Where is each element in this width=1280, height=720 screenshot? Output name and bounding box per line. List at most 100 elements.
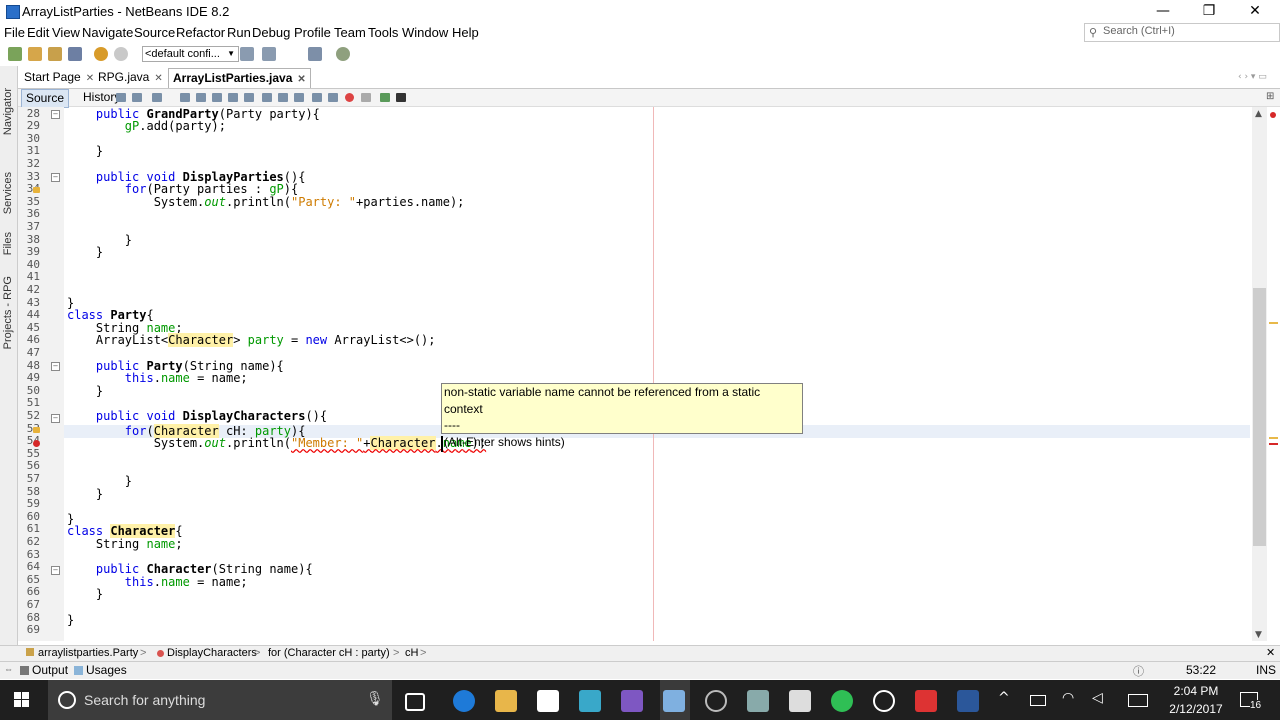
menu-source[interactable]: Source	[134, 25, 175, 40]
find-icon[interactable]	[180, 93, 190, 102]
navigator-tab[interactable]: Navigator	[2, 88, 14, 135]
tab-scroll-icon[interactable]: ‹ › ▾ ▭	[1238, 72, 1267, 82]
tab-start-page[interactable]: Start Page ✕	[20, 68, 98, 87]
code-line-66[interactable]: }	[67, 588, 103, 601]
configuration-select[interactable]: <default confi... ▼	[142, 46, 239, 62]
fold-toggle-icon[interactable]: −	[51, 566, 60, 575]
build-icon[interactable]	[240, 47, 254, 61]
task-view-icon[interactable]	[405, 693, 425, 711]
whatsapp-icon[interactable]	[831, 690, 853, 712]
shift-right-icon[interactable]	[328, 93, 338, 102]
find-next-icon[interactable]	[212, 93, 222, 102]
app-icon[interactable]	[705, 690, 727, 712]
chevron-up-icon[interactable]: ^	[998, 690, 1010, 706]
file-explorer-icon[interactable]	[495, 690, 517, 712]
clock-time[interactable]: 2:04 PM	[1168, 684, 1224, 698]
notification-icon[interactable]: ⓘ	[1133, 663, 1144, 679]
code-line-52[interactable]: public void DisplayCharacters(){	[67, 410, 327, 423]
error-stripe-mark[interactable]	[1269, 443, 1278, 445]
word-icon[interactable]	[957, 690, 979, 712]
keyboard-icon[interactable]	[1128, 694, 1148, 707]
menu-refactor[interactable]: Refactor	[176, 25, 225, 40]
code-line-54[interactable]: System.out.println("Member: "+Character.…	[67, 436, 486, 451]
menu-edit[interactable]: Edit	[27, 25, 49, 40]
services-tab[interactable]: Services	[2, 172, 14, 214]
new-file-icon[interactable]	[8, 47, 22, 61]
app-icon[interactable]	[873, 690, 895, 712]
save-all-icon[interactable]	[68, 47, 82, 61]
code-line-46[interactable]: ArrayList<Character> party = new ArrayLi…	[67, 333, 436, 348]
menu-file[interactable]: File	[4, 25, 25, 40]
toggle-highlight-icon[interactable]	[228, 93, 238, 102]
new-project-icon[interactable]	[28, 47, 42, 61]
close-icon[interactable]: ✕	[297, 74, 305, 85]
close-icon[interactable]: ✕	[154, 73, 162, 84]
previous-bookmark-icon[interactable]	[262, 93, 272, 102]
netbeans-taskbar-icon[interactable]	[663, 690, 685, 712]
output-toggle-icon[interactable]: ⇔	[4, 664, 13, 674]
shift-left-icon[interactable]	[312, 93, 322, 102]
minimize-button[interactable]: —	[1140, 0, 1186, 24]
close-button[interactable]: ✕	[1232, 0, 1278, 24]
code-line-35[interactable]: System.out.println("Party: "+parties.nam…	[67, 195, 465, 209]
battery-icon[interactable]	[1030, 695, 1046, 706]
files-tab[interactable]: Files	[2, 232, 14, 255]
projects-tab[interactable]: Projects - RPG	[2, 276, 14, 349]
start-macro-icon[interactable]	[345, 93, 354, 102]
menu-view[interactable]: View	[52, 25, 80, 40]
expand-editor-icon[interactable]: ⊞	[1266, 91, 1274, 102]
code-line-29[interactable]: gP.add(party);	[67, 120, 226, 133]
code-line-50[interactable]: }	[67, 384, 103, 398]
undo-icon[interactable]	[94, 47, 108, 61]
microphone-icon[interactable]: 🎙	[366, 691, 384, 707]
clock-date[interactable]: 2/12/2017	[1164, 702, 1228, 716]
usages-tab[interactable]: Usages	[86, 663, 127, 677]
warning-stripe-mark[interactable]	[1269, 322, 1278, 324]
code-line-39[interactable]: }	[67, 246, 103, 259]
source-tab[interactable]: Source	[21, 89, 70, 108]
app-icon[interactable]	[915, 690, 937, 712]
menu-team[interactable]: Team	[334, 25, 366, 40]
app-icon[interactable]	[747, 690, 769, 712]
stop-macro-icon[interactable]	[361, 93, 371, 102]
fold-toggle-icon[interactable]: −	[51, 173, 60, 182]
menu-profile[interactable]: Profile	[294, 25, 331, 40]
menu-tools[interactable]: Tools	[368, 25, 398, 40]
profile-icon[interactable]	[336, 47, 350, 61]
toggle-rect-select-icon[interactable]	[244, 93, 254, 102]
breadcrumb-variable[interactable]: cH	[405, 647, 418, 659]
wifi-icon[interactable]: ◠	[1062, 690, 1074, 706]
warning-hint-icon[interactable]	[33, 427, 40, 433]
scrollbar-thumb[interactable]	[1253, 288, 1266, 546]
debug-icon[interactable]	[308, 47, 322, 61]
tab-rpg-java[interactable]: RPG.java ✕	[94, 68, 167, 87]
back-icon[interactable]	[132, 93, 142, 102]
code-line-49[interactable]: this.name = name;	[67, 372, 248, 385]
menu-window[interactable]: Window	[402, 25, 448, 40]
menu-help[interactable]: Help	[452, 25, 479, 40]
fold-toggle-icon[interactable]: −	[51, 110, 60, 119]
forward-icon[interactable]	[152, 93, 162, 102]
close-icon[interactable]: ✕	[86, 73, 94, 84]
warning-hint-icon[interactable]	[33, 187, 40, 193]
close-icon[interactable]: ✕	[1266, 646, 1275, 659]
code-line-68[interactable]: }	[67, 613, 74, 627]
toggle-bookmark-icon[interactable]	[294, 93, 304, 102]
redo-icon[interactable]	[114, 47, 128, 61]
scroll-down-icon[interactable]: ▼	[1255, 630, 1262, 640]
output-tab[interactable]: Output	[32, 663, 68, 677]
volume-icon[interactable]: ◁	[1092, 690, 1103, 706]
breadcrumb-loop[interactable]: for (Character cH : party)	[268, 647, 390, 659]
edge-browser-icon[interactable]	[453, 690, 475, 712]
breadcrumb-class[interactable]: arraylistparties.Party	[38, 647, 138, 659]
search-input[interactable]: ⚲ Search (Ctrl+I)	[1084, 23, 1280, 42]
clean-build-icon[interactable]	[262, 47, 276, 61]
store-icon[interactable]	[537, 690, 559, 712]
calculator-icon[interactable]	[789, 690, 811, 712]
code-line-31[interactable]: }	[67, 145, 103, 158]
open-project-icon[interactable]	[48, 47, 62, 61]
fold-toggle-icon[interactable]: −	[51, 414, 60, 423]
code-line-62[interactable]: String name;	[67, 538, 183, 551]
windows-start-icon[interactable]	[14, 692, 30, 708]
menu-debug[interactable]: Debug	[252, 25, 290, 40]
